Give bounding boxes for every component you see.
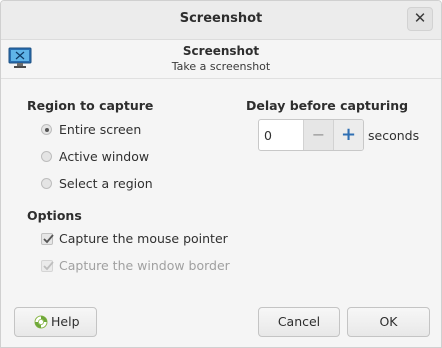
- radio-button[interactable]: [41, 178, 52, 189]
- window-title: Screenshot: [179, 11, 263, 26]
- checkmark-icon: [43, 261, 54, 271]
- ok-button-label: OK: [379, 314, 398, 329]
- header-title: Screenshot: [182, 44, 260, 58]
- delay-section-title: Delay before capturing: [246, 98, 409, 113]
- close-icon: ✕: [413, 9, 427, 27]
- delay-unit-label: seconds: [368, 128, 420, 143]
- decrement-button[interactable]: −: [303, 120, 333, 150]
- dialog-header: Screenshot Take a screenshot: [1, 40, 441, 79]
- region-section-title: Region to capture: [27, 98, 154, 113]
- close-button[interactable]: ✕: [407, 7, 433, 31]
- options-section-title: Options: [27, 208, 82, 223]
- screenshot-dialog: Screenshot ✕ Screenshot Take a screensho…: [0, 0, 442, 348]
- radio-label: Active window: [59, 149, 150, 164]
- plus-icon: +: [340, 124, 357, 145]
- checkbox: [41, 260, 54, 272]
- checkmark-icon: [43, 234, 54, 244]
- help-button-label: Help: [51, 314, 80, 329]
- header-subtitle: Take a screenshot: [171, 60, 271, 73]
- radio-label: Select a region: [59, 176, 153, 191]
- help-button[interactable]: Help: [14, 307, 97, 337]
- checkbox-label: Capture the window border: [59, 258, 230, 273]
- radio-label: Entire screen: [59, 122, 142, 137]
- radio-button[interactable]: [41, 124, 52, 135]
- title-bar[interactable]: Screenshot ✕: [1, 1, 441, 40]
- delay-spinbutton[interactable]: 0 − +: [258, 119, 364, 151]
- cancel-button[interactable]: Cancel: [258, 307, 340, 337]
- checkbox-label: Capture the mouse pointer: [59, 231, 228, 246]
- delay-value-input[interactable]: 0: [264, 128, 272, 143]
- cancel-button-label: Cancel: [277, 314, 321, 329]
- increment-button[interactable]: +: [333, 120, 363, 150]
- ok-button[interactable]: OK: [347, 307, 430, 337]
- checkbox[interactable]: [41, 233, 54, 245]
- help-lifebuoy-icon: [34, 315, 48, 329]
- minus-icon: −: [311, 125, 326, 144]
- radio-button[interactable]: [41, 151, 52, 162]
